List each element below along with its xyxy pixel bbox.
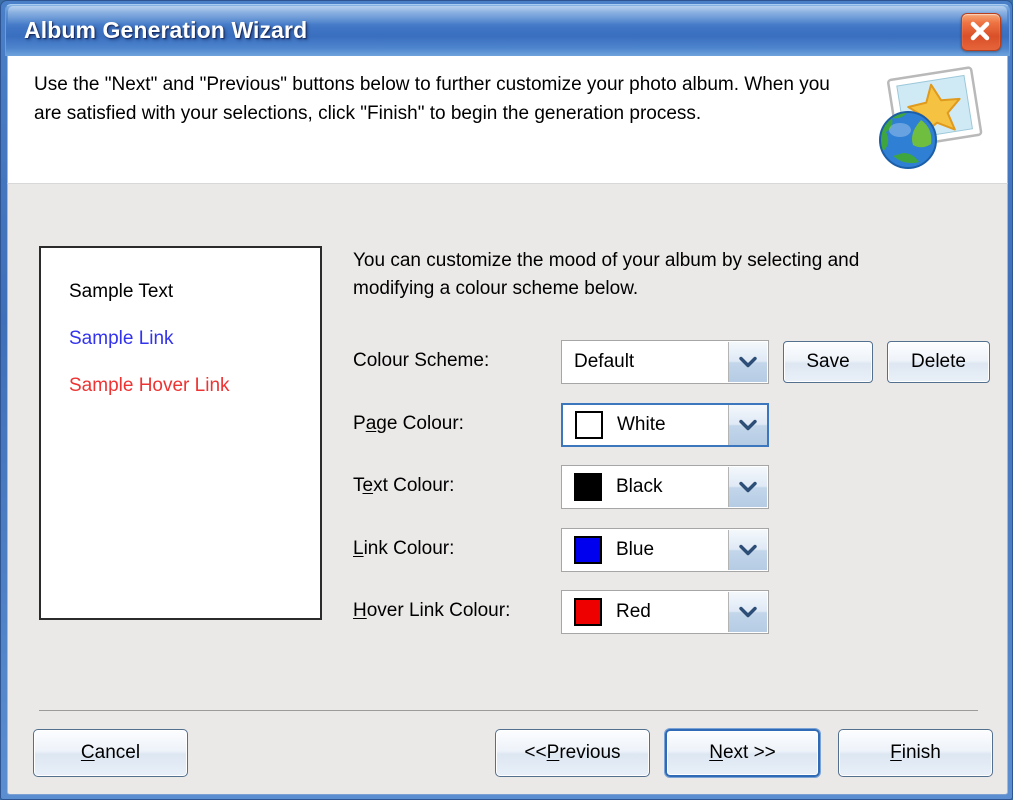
preview-sample-hover-link: Sample Hover Link [69, 375, 230, 396]
preview-sample-text: Sample Text [69, 281, 174, 302]
chevron-down-icon[interactable] [728, 405, 767, 445]
header-panel: Use the "Next" and "Previous" buttons be… [7, 56, 1008, 184]
hover-link-colour-value: Red [616, 601, 651, 622]
text-colour-swatch [574, 473, 602, 501]
colour-scheme-select[interactable]: Default [561, 340, 769, 384]
title-bar: Album Generation Wizard [5, 4, 1010, 56]
chevron-down-icon[interactable] [728, 530, 767, 570]
next-button[interactable]: Next >> [665, 729, 820, 777]
cancel-button[interactable]: Cancel [33, 729, 188, 777]
colour-scheme-value: Default [574, 351, 635, 372]
page-colour-value: White [617, 414, 666, 435]
hover-link-colour-swatch [574, 598, 602, 626]
link-colour-value: Blue [616, 539, 655, 560]
body-panel: Sample Text Sample Link Sample Hover Lin… [7, 184, 1008, 795]
hover-link-colour-select[interactable]: Red [561, 590, 769, 634]
finish-button[interactable]: Finish [838, 729, 993, 777]
label-text-colour: Text Colour: [353, 475, 455, 496]
chevron-down-icon[interactable] [728, 467, 767, 507]
text-colour-select[interactable]: Black [561, 465, 769, 509]
page-colour-swatch [575, 411, 603, 439]
label-link-colour: Link Colour: [353, 538, 455, 559]
close-icon[interactable] [961, 13, 1001, 51]
page-colour-select[interactable]: White [561, 403, 769, 447]
wizard-window: Album Generation Wizard Use the "Next" a… [0, 0, 1013, 800]
previous-button[interactable]: << Previous [495, 729, 650, 777]
delete-scheme-button[interactable]: Delete [887, 341, 990, 383]
link-colour-swatch [574, 536, 602, 564]
settings-description: You can customize the mood of your album… [353, 250, 860, 299]
link-colour-select[interactable]: Blue [561, 528, 769, 572]
footer-separator [39, 710, 978, 711]
photo-star-globe-icon [869, 64, 989, 176]
chevron-down-icon[interactable] [728, 342, 767, 382]
preview-sample-link: Sample Link [69, 328, 174, 349]
header-instructions: Use the "Next" and "Previous" buttons be… [34, 74, 830, 124]
label-colour-scheme: Colour Scheme: [353, 350, 490, 371]
text-colour-value: Black [616, 476, 663, 497]
label-page-colour: Page Colour: [353, 413, 464, 434]
save-scheme-button[interactable]: Save [783, 341, 873, 383]
chevron-down-icon[interactable] [728, 592, 767, 632]
window-title: Album Generation Wizard [24, 17, 308, 43]
label-hover-link-colour: Hover Link Colour: [353, 600, 511, 621]
colour-preview-pane: Sample Text Sample Link Sample Hover Lin… [39, 246, 322, 620]
